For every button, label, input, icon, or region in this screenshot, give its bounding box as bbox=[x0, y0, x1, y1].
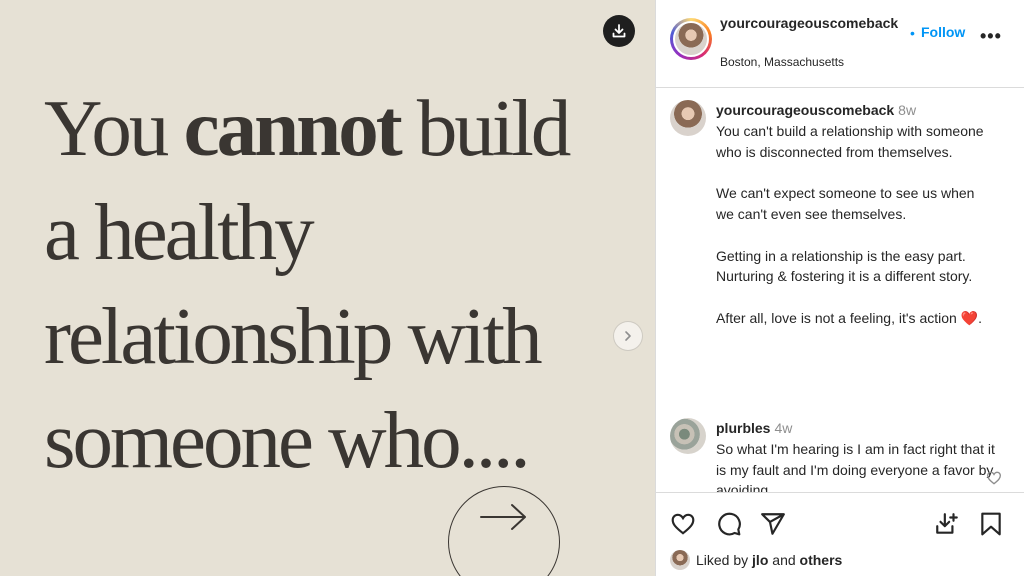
location-link[interactable]: Boston, Massachusetts bbox=[720, 55, 844, 69]
caption-text: After all, love is not a feeling, it's a… bbox=[716, 309, 957, 326]
bookmark-button[interactable] bbox=[978, 511, 1004, 542]
caption-paragraph: After all, love is not a feeling, it's a… bbox=[716, 308, 996, 329]
liked-others[interactable]: others bbox=[800, 552, 843, 568]
header-username[interactable]: yourcourageouscomeback bbox=[720, 14, 910, 32]
heart-icon bbox=[986, 471, 1002, 485]
download-icon bbox=[612, 24, 626, 38]
save-to-collection-button[interactable] bbox=[934, 511, 960, 542]
quote-text: build bbox=[399, 83, 572, 173]
liked-by-text: Liked by jlo and others bbox=[696, 552, 842, 568]
caption-paragraph: We can't expect someone to see us when w… bbox=[716, 185, 975, 222]
post-actions: Liked by jlo and others bbox=[656, 492, 1024, 576]
follow-button[interactable]: Follow bbox=[921, 24, 965, 40]
avatar bbox=[670, 550, 690, 570]
comment-text: So what I'm hearing is I am in fact righ… bbox=[716, 440, 995, 492]
heart-icon bbox=[671, 513, 695, 535]
comment-icon bbox=[718, 512, 741, 536]
caption-username[interactable]: yourcourageouscomeback bbox=[716, 102, 894, 118]
comment-like-button[interactable] bbox=[986, 470, 1002, 491]
share-button[interactable] bbox=[760, 511, 786, 542]
quote-line-4: someone who.... bbox=[44, 395, 531, 485]
avatar-photo bbox=[673, 21, 709, 57]
caption-time[interactable]: 8w bbox=[898, 102, 916, 118]
heart-emoji: ❤️ bbox=[960, 309, 979, 326]
liked-user[interactable]: jlo bbox=[752, 552, 768, 568]
avatar[interactable] bbox=[670, 100, 706, 136]
post-image[interactable]: You cannot build a healthy relationship … bbox=[0, 0, 655, 576]
quote-text: You bbox=[44, 83, 184, 173]
chevron-right-icon bbox=[625, 331, 631, 341]
caption-paragraph: You can't build a relationship with some… bbox=[716, 122, 984, 160]
download-button[interactable] bbox=[603, 15, 635, 47]
post-details-panel: yourcourageouscomeback • Follow ••• Bost… bbox=[655, 0, 1024, 576]
caption-paragraph: Getting in a relationship is the easy pa… bbox=[716, 247, 973, 285]
arrow-right-icon bbox=[480, 504, 526, 530]
share-icon bbox=[761, 513, 785, 535]
comment-button[interactable] bbox=[716, 511, 742, 542]
liked-middle: and bbox=[768, 552, 800, 568]
next-slide-button[interactable] bbox=[613, 321, 643, 351]
comment-username[interactable]: plurbles bbox=[716, 420, 770, 436]
avatar[interactable] bbox=[670, 418, 706, 454]
more-options-button[interactable]: ••• bbox=[980, 26, 1002, 47]
comment-body: plurbles 4w So what I'm hearing is I am i… bbox=[716, 418, 996, 492]
comments-section[interactable]: yourcourageouscomeback 8w You can't build… bbox=[656, 88, 1024, 492]
save-to-collection-icon bbox=[936, 513, 958, 534]
quote-line-2: a healthy bbox=[44, 187, 315, 277]
quote-line-1: You cannot build bbox=[44, 76, 644, 180]
like-button[interactable] bbox=[670, 511, 696, 542]
bookmark-icon bbox=[981, 512, 1001, 536]
avatar[interactable] bbox=[670, 18, 712, 60]
liked-prefix: Liked by bbox=[696, 552, 753, 568]
post-quote: You cannot build a healthy relationship … bbox=[44, 76, 644, 492]
quote-bold-word: cannot bbox=[183, 83, 403, 173]
separator-dot: • bbox=[910, 25, 915, 41]
post-header: yourcourageouscomeback • Follow ••• Bost… bbox=[656, 0, 1024, 88]
caption-text: . bbox=[978, 309, 983, 326]
caption-body: yourcourageouscomeback 8w You can't build… bbox=[716, 100, 996, 329]
liked-by[interactable]: Liked by jlo and others bbox=[670, 549, 842, 571]
arrow-graphic bbox=[448, 486, 560, 576]
quote-line-3: relationship with bbox=[44, 291, 543, 381]
comment-time[interactable]: 4w bbox=[774, 420, 792, 436]
